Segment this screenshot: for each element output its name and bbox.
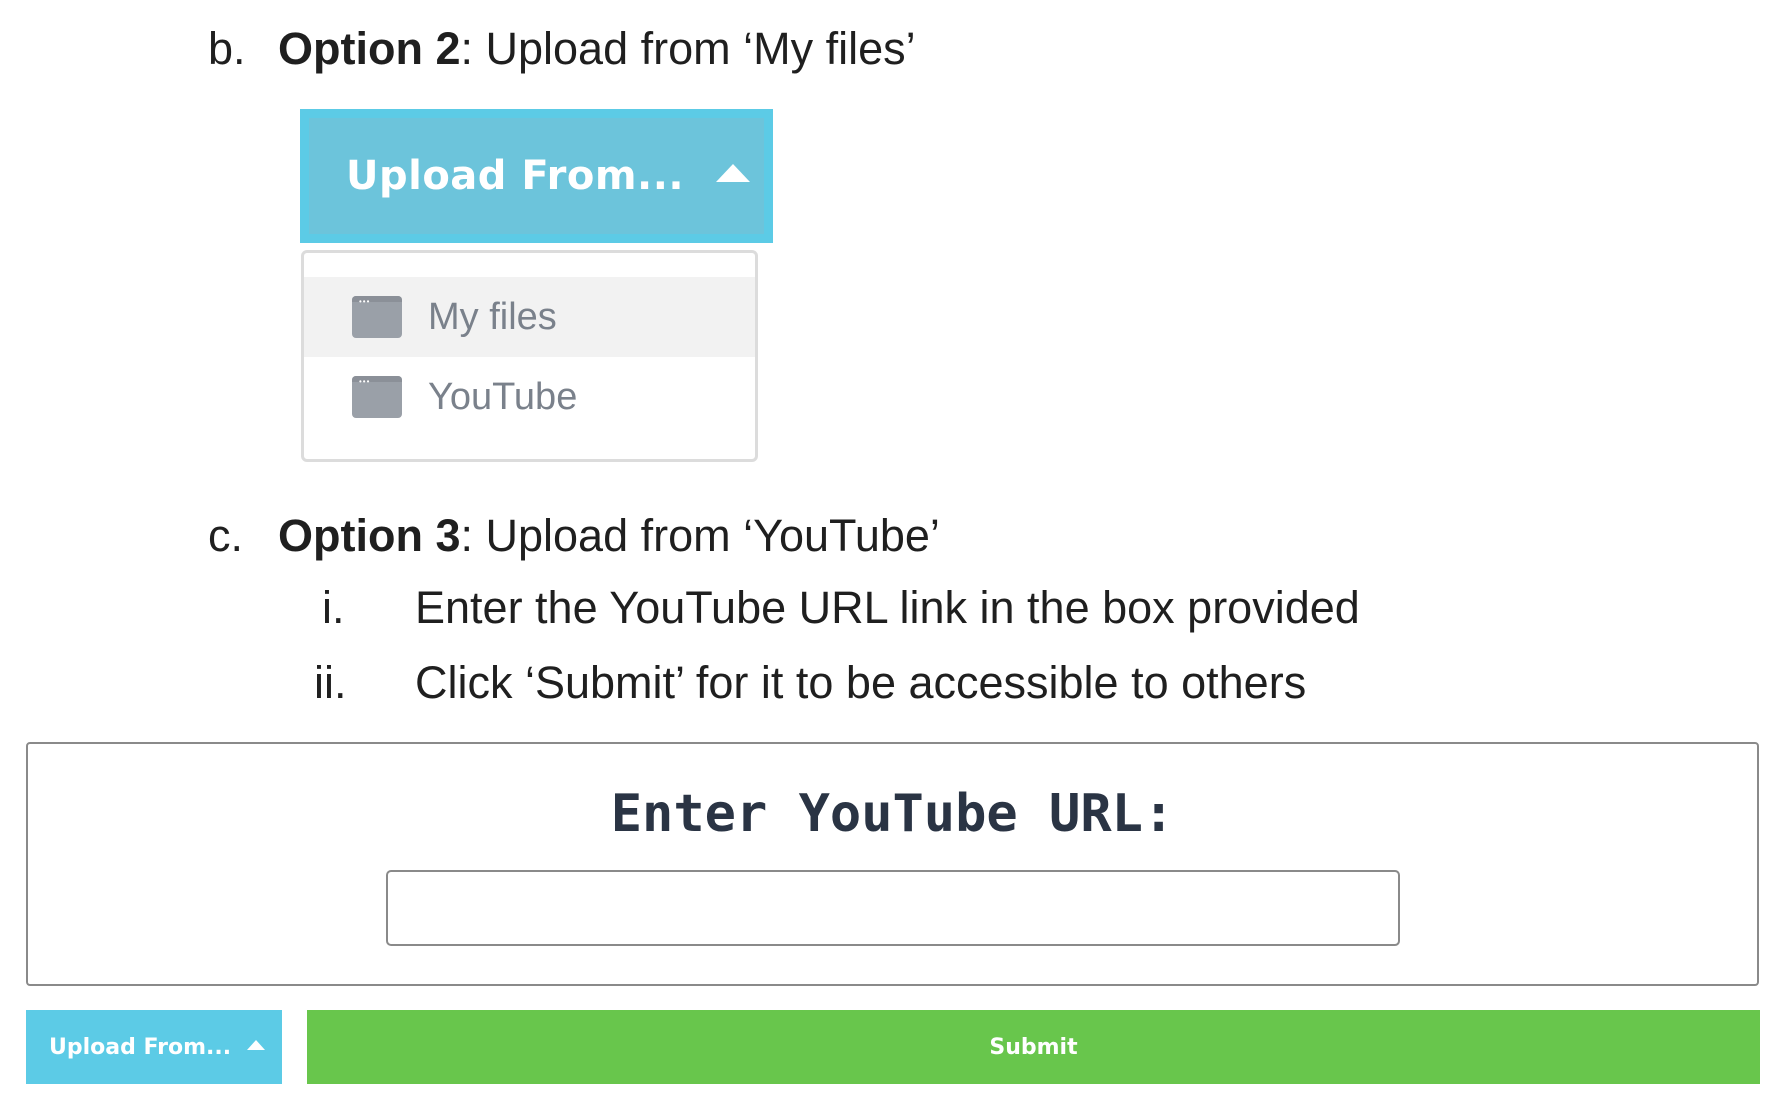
upload-from-label: Upload From... xyxy=(346,153,685,199)
upload-from-label: Upload From... xyxy=(49,1034,232,1060)
option-2-text: : Upload from ‘My files’ xyxy=(460,23,916,74)
option-3-label: Option 3 xyxy=(278,510,461,561)
option-3-text: : Upload from ‘YouTube’ xyxy=(460,510,940,561)
list-marker-b: b. xyxy=(208,23,246,74)
caret-up-icon xyxy=(716,164,751,182)
upload-from-dropdown: ••• My files ••• YouTube xyxy=(301,250,758,462)
list-marker-i: i. xyxy=(322,582,345,633)
dropdown-item-label: YouTube xyxy=(428,375,578,418)
upload-from-button[interactable]: Upload From... xyxy=(26,1010,282,1084)
submit-button[interactable]: Submit xyxy=(307,1010,1760,1084)
submit-label: Submit xyxy=(989,1034,1078,1060)
youtube-url-input[interactable] xyxy=(386,870,1400,946)
dropdown-item-label: My files xyxy=(428,295,557,338)
step-1-text: Enter the YouTube URL link in the box pr… xyxy=(415,582,1360,633)
upload-from-button-large[interactable]: Upload From... xyxy=(300,109,773,243)
caret-up-icon xyxy=(247,1040,266,1050)
dropdown-item-my-files[interactable]: ••• My files xyxy=(304,277,755,357)
list-marker-ii: ii. xyxy=(314,657,347,708)
option-2-heading: Option 2: Upload from ‘My files’ xyxy=(278,24,916,74)
list-marker-c: c. xyxy=(208,510,244,561)
youtube-url-panel: Enter YouTube URL: xyxy=(26,742,1759,986)
youtube-url-title: Enter YouTube URL: xyxy=(610,784,1175,844)
window-icon: ••• xyxy=(352,376,402,418)
option-2-label: Option 2 xyxy=(278,23,461,74)
dropdown-item-youtube[interactable]: ••• YouTube xyxy=(304,357,755,437)
window-icon: ••• xyxy=(352,296,402,338)
option-3-heading: Option 3: Upload from ‘YouTube’ xyxy=(278,511,940,561)
step-2-text: Click ‘Submit’ for it to be accessible t… xyxy=(415,657,1307,708)
